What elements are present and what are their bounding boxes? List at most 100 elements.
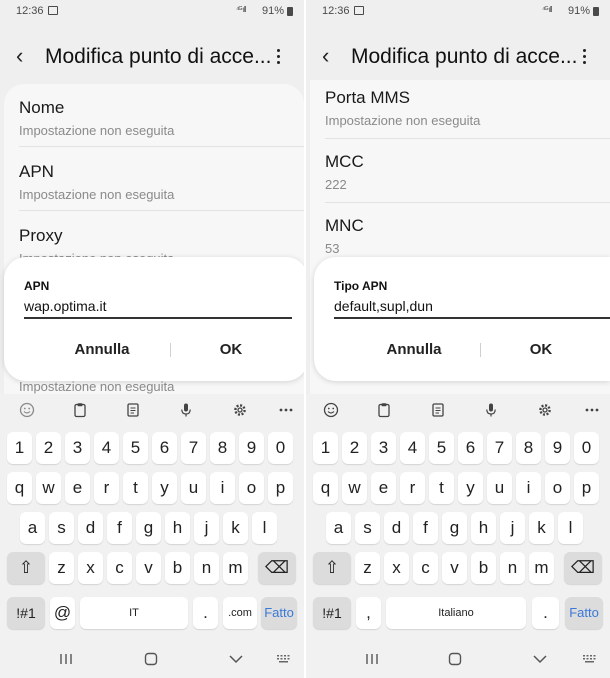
setting-item-porta-mms[interactable]: Porta MMS Impostazione non eseguita: [325, 88, 605, 128]
cancel-button[interactable]: Annulla: [47, 341, 157, 358]
comma-key[interactable]: ,: [356, 597, 381, 629]
key-c[interactable]: c: [413, 552, 438, 584]
ok-button[interactable]: OK: [486, 341, 596, 358]
key-w[interactable]: w: [342, 472, 367, 504]
key-w[interactable]: w: [36, 472, 61, 504]
key-u[interactable]: u: [487, 472, 512, 504]
more-options-icon[interactable]: [268, 46, 288, 68]
notes-icon[interactable]: [125, 402, 141, 418]
key-n[interactable]: n: [500, 552, 525, 584]
key-r[interactable]: r: [94, 472, 119, 504]
key-3[interactable]: 3: [65, 432, 90, 464]
key-3[interactable]: 3: [371, 432, 396, 464]
key-1[interactable]: 1: [313, 432, 338, 464]
keyboard-switch-icon[interactable]: [582, 652, 598, 666]
key-6[interactable]: 6: [458, 432, 483, 464]
setting-item-mcc[interactable]: MCC 222: [325, 152, 605, 192]
key-j[interactable]: j: [500, 512, 525, 544]
ok-button[interactable]: OK: [176, 341, 286, 358]
recent-apps-icon[interactable]: [364, 652, 380, 666]
more-icon[interactable]: [278, 402, 294, 418]
key-2[interactable]: 2: [342, 432, 367, 464]
backspace-key[interactable]: ⌫: [564, 552, 602, 584]
key-l[interactable]: l: [252, 512, 277, 544]
setting-item-mnc[interactable]: MNC 53: [325, 216, 605, 256]
key-o[interactable]: o: [239, 472, 264, 504]
apn-type-input[interactable]: default,supl,dun: [334, 297, 610, 319]
key-t[interactable]: t: [123, 472, 148, 504]
symbols-key[interactable]: !#1: [313, 597, 351, 629]
emoji-icon[interactable]: [19, 402, 35, 418]
cancel-button[interactable]: Annulla: [359, 341, 469, 358]
key-5[interactable]: 5: [123, 432, 148, 464]
key-n[interactable]: n: [194, 552, 219, 584]
shift-key[interactable]: ⇧: [313, 552, 351, 584]
key-k[interactable]: k: [529, 512, 554, 544]
key-f[interactable]: f: [413, 512, 438, 544]
recent-apps-icon[interactable]: [58, 652, 74, 666]
key-m[interactable]: m: [223, 552, 248, 584]
clipboard-icon[interactable]: [376, 402, 392, 418]
notes-icon[interactable]: [430, 402, 446, 418]
space-key[interactable]: IT: [80, 597, 188, 629]
key-e[interactable]: e: [371, 472, 396, 504]
done-key[interactable]: Fatto: [261, 597, 297, 629]
key-h[interactable]: h: [165, 512, 190, 544]
key-m[interactable]: m: [529, 552, 554, 584]
backspace-key[interactable]: ⌫: [258, 552, 296, 584]
key-a[interactable]: a: [20, 512, 45, 544]
key-f[interactable]: f: [107, 512, 132, 544]
key-b[interactable]: b: [471, 552, 496, 584]
key-l[interactable]: l: [558, 512, 583, 544]
key-z[interactable]: z: [355, 552, 380, 584]
key-z[interactable]: z: [49, 552, 74, 584]
done-key[interactable]: Fatto: [565, 597, 603, 629]
key-9[interactable]: 9: [545, 432, 570, 464]
dot-key[interactable]: .: [532, 597, 559, 629]
dot-key[interactable]: .: [193, 597, 218, 629]
emoji-icon[interactable]: [323, 402, 339, 418]
key-d[interactable]: d: [384, 512, 409, 544]
key-g[interactable]: g: [442, 512, 467, 544]
key-b[interactable]: b: [165, 552, 190, 584]
key-q[interactable]: q: [7, 472, 32, 504]
settings-icon[interactable]: [232, 402, 248, 418]
key-v[interactable]: v: [136, 552, 161, 584]
key-j[interactable]: j: [194, 512, 219, 544]
key-4[interactable]: 4: [94, 432, 119, 464]
key-x[interactable]: x: [78, 552, 103, 584]
key-7[interactable]: 7: [181, 432, 206, 464]
key-x[interactable]: x: [384, 552, 409, 584]
at-key[interactable]: @: [50, 597, 75, 629]
key-i[interactable]: i: [516, 472, 541, 504]
back-arrow-icon[interactable]: ‹: [16, 45, 36, 68]
key-5[interactable]: 5: [429, 432, 454, 464]
key-7[interactable]: 7: [487, 432, 512, 464]
key-8[interactable]: 8: [516, 432, 541, 464]
setting-item-nome[interactable]: Nome Impostazione non eseguita: [19, 98, 299, 138]
key-o[interactable]: o: [545, 472, 570, 504]
key-g[interactable]: g: [136, 512, 161, 544]
home-icon[interactable]: [143, 652, 159, 666]
hide-keyboard-icon[interactable]: [532, 652, 548, 666]
home-icon[interactable]: [447, 652, 463, 666]
settings-icon[interactable]: [537, 402, 553, 418]
key-2[interactable]: 2: [36, 432, 61, 464]
key-s[interactable]: s: [49, 512, 74, 544]
key-8[interactable]: 8: [210, 432, 235, 464]
key-0[interactable]: 0: [574, 432, 599, 464]
key-y[interactable]: y: [152, 472, 177, 504]
key-v[interactable]: v: [442, 552, 467, 584]
key-4[interactable]: 4: [400, 432, 425, 464]
more-icon[interactable]: [584, 402, 600, 418]
space-key[interactable]: Italiano: [386, 597, 526, 629]
com-key[interactable]: .com: [223, 597, 257, 629]
shift-key[interactable]: ⇧: [7, 552, 45, 584]
key-y[interactable]: y: [458, 472, 483, 504]
clipboard-icon[interactable]: [72, 402, 88, 418]
microphone-icon[interactable]: [178, 402, 194, 418]
microphone-icon[interactable]: [483, 402, 499, 418]
key-d[interactable]: d: [78, 512, 103, 544]
key-q[interactable]: q: [313, 472, 338, 504]
back-arrow-icon[interactable]: ‹: [322, 45, 342, 68]
